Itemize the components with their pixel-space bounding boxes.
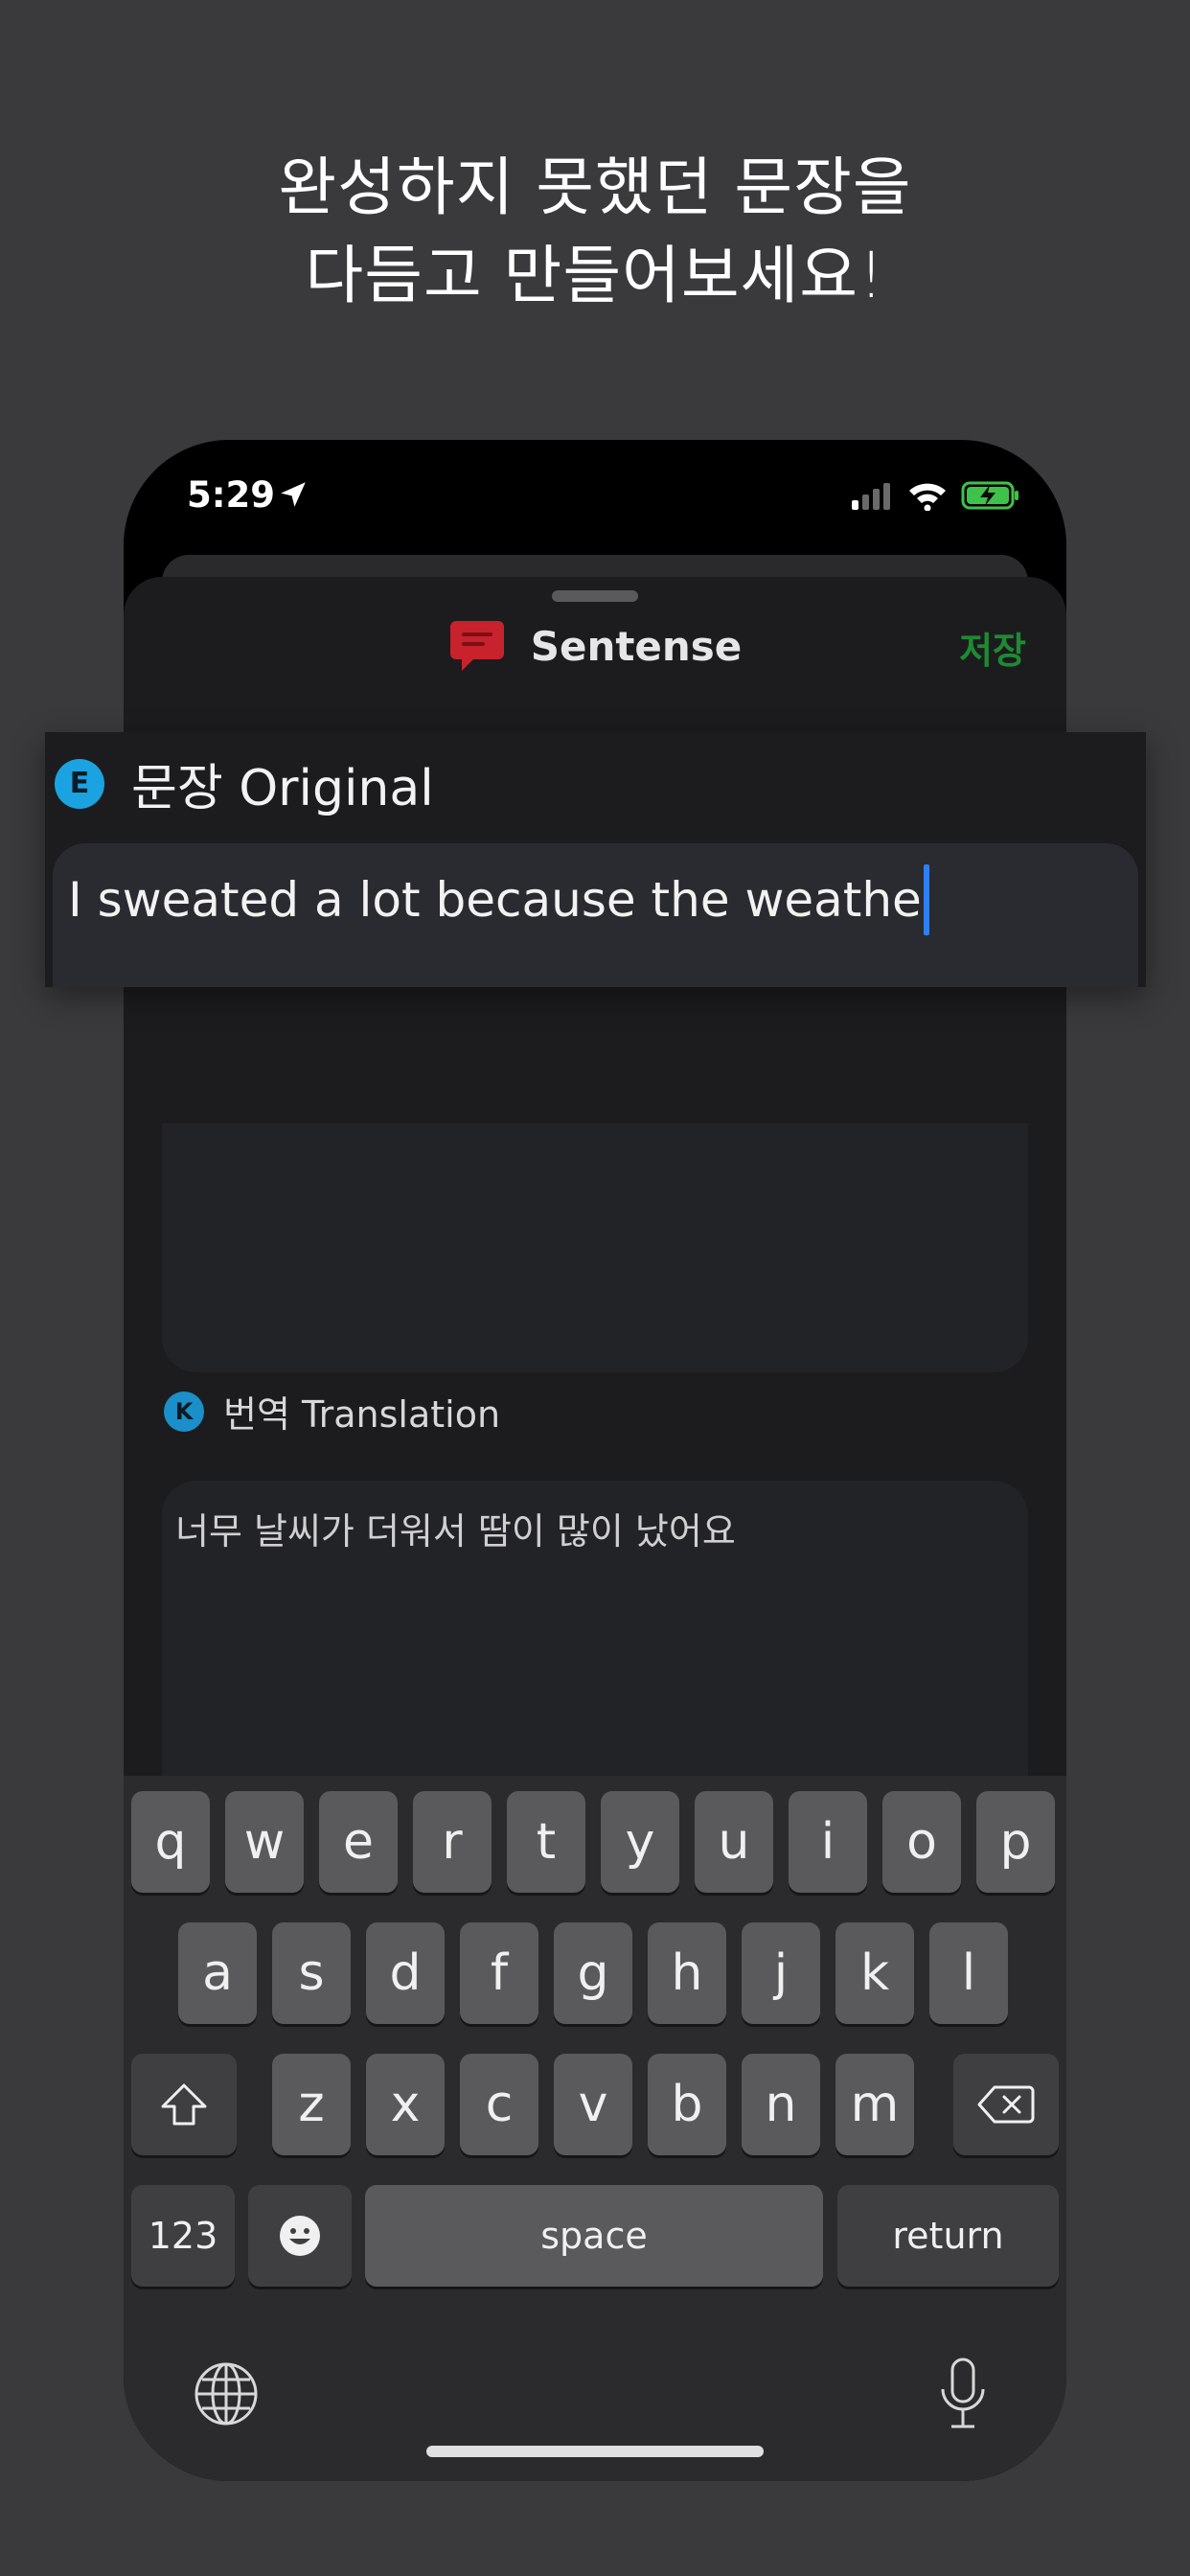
original-field-backdrop — [162, 1123, 1028, 1372]
key-u[interactable]: u — [695, 1791, 773, 1893]
delete-key[interactable] — [953, 2054, 1059, 2155]
key-f[interactable]: f — [460, 1922, 538, 2024]
shift-arrow-icon — [161, 2083, 207, 2126]
promo-line-1: 완성하지 못했던 문장을 — [278, 150, 912, 224]
key-e[interactable]: e — [319, 1791, 398, 1893]
key-b[interactable]: b — [648, 2054, 726, 2155]
cellular-signal-icon — [852, 483, 890, 510]
original-input[interactable]: I sweated a lot because the weathe — [53, 843, 1138, 987]
nav-title: Sentense — [124, 617, 1066, 675]
microphone-icon[interactable] — [936, 2357, 990, 2431]
key-g[interactable]: g — [554, 1922, 632, 2024]
key-s[interactable]: s — [272, 1922, 351, 2024]
status-indicators — [852, 480, 1020, 511]
promo-headline: 완성하지 못했던 문장을 다듬고 만들어보세요! — [0, 144, 1190, 320]
shift-key[interactable] — [131, 2054, 237, 2155]
original-header: E 문장 Original — [55, 748, 434, 819]
translation-text: 너무 날씨가 더워서 땀이 많이 났어요 — [175, 1510, 736, 1552]
key-j[interactable]: j — [742, 1922, 820, 2024]
original-sentence-callout: E 문장 Original I sweated a lot because th… — [45, 732, 1146, 987]
translation-language-badge: K — [164, 1391, 204, 1432]
key-r[interactable]: r — [413, 1791, 492, 1893]
key-w[interactable]: w — [225, 1791, 304, 1893]
emoji-icon — [280, 2216, 320, 2256]
key-p[interactable]: p — [976, 1791, 1055, 1893]
key-n[interactable]: n — [742, 2054, 820, 2155]
key-t[interactable]: t — [507, 1791, 585, 1893]
original-text-row: I sweated a lot because the weathe — [68, 864, 929, 935]
original-label: 문장 Original — [131, 760, 434, 817]
sheet-grabber[interactable] — [552, 590, 638, 602]
emoji-key[interactable] — [248, 2185, 352, 2287]
backspace-icon — [977, 2085, 1035, 2124]
original-text: I sweated a lot because the weathe — [68, 872, 922, 928]
key-a[interactable]: a — [178, 1922, 257, 2024]
text-caret — [923, 864, 929, 935]
key-v[interactable]: v — [554, 2054, 632, 2155]
space-key[interactable]: space — [365, 2185, 823, 2287]
chat-bubble-icon — [449, 621, 504, 671]
globe-icon[interactable] — [193, 2360, 260, 2427]
key-l[interactable]: l — [929, 1922, 1008, 2024]
status-bar: 5:29 — [124, 440, 1066, 555]
app-title: Sentense — [530, 622, 743, 670]
save-button[interactable]: 저장 — [959, 621, 1026, 674]
key-k[interactable]: k — [835, 1922, 914, 2024]
wifi-icon — [909, 483, 946, 511]
key-m[interactable]: m — [835, 2054, 914, 2155]
key-q[interactable]: q — [131, 1791, 210, 1893]
key-x[interactable]: x — [366, 2054, 445, 2155]
translation-label: 번역 Translation — [223, 1393, 501, 1436]
translation-header: K 번역 Translation — [164, 1385, 500, 1438]
promo-line-2: 다듬고 만들어보세요! — [305, 239, 885, 312]
key-y[interactable]: y — [601, 1791, 679, 1893]
key-o[interactable]: o — [882, 1791, 961, 1893]
return-key[interactable]: return — [837, 2185, 1059, 2287]
status-time: 5:29 — [187, 474, 276, 516]
keyboard: q w e r t y u i o p a s d f g h j k l z … — [124, 1776, 1066, 2481]
battery-charging-icon — [961, 481, 1018, 510]
location-arrow-icon — [281, 482, 306, 507]
key-i[interactable]: i — [789, 1791, 867, 1893]
original-language-badge: E — [55, 758, 104, 809]
key-h[interactable]: h — [648, 1922, 726, 2024]
key-d[interactable]: d — [366, 1922, 445, 2024]
home-indicator[interactable] — [426, 2446, 764, 2457]
key-z[interactable]: z — [272, 2054, 351, 2155]
key-c[interactable]: c — [460, 2054, 538, 2155]
numbers-key[interactable]: 123 — [131, 2185, 235, 2287]
